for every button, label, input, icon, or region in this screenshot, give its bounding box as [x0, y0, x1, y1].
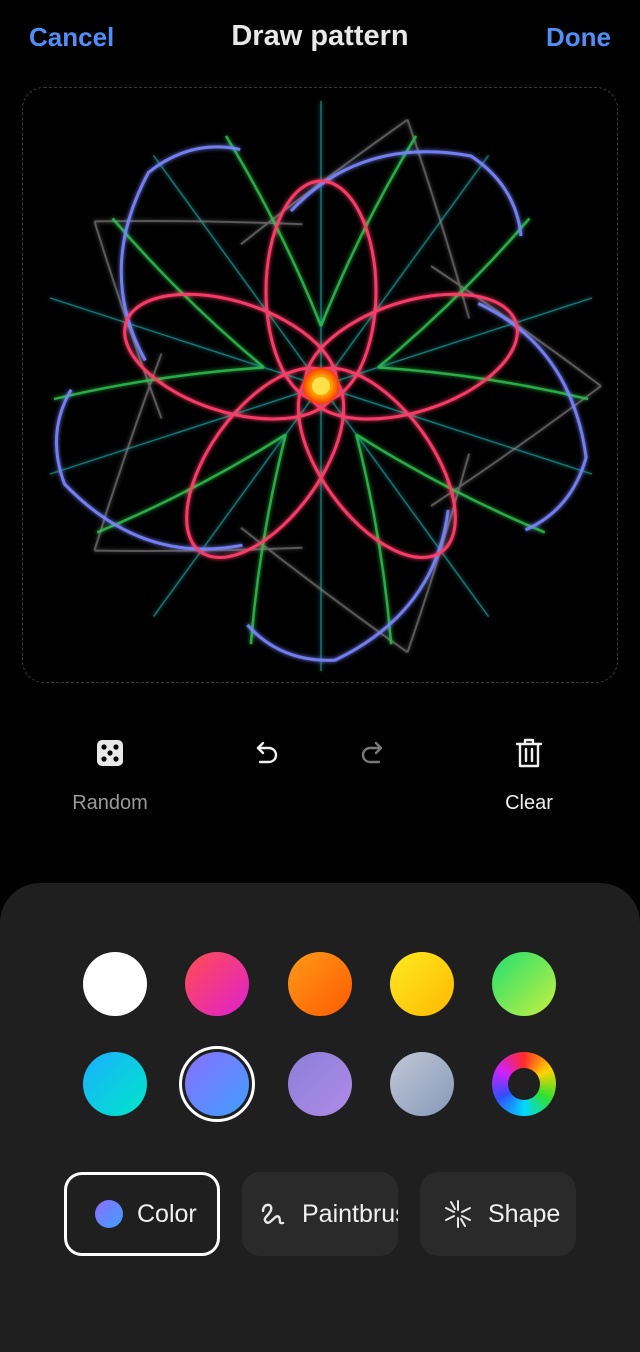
mode-paintbrush-button[interactable]: Paintbrush	[242, 1172, 398, 1256]
color-swatch-white[interactable]	[83, 952, 147, 1016]
mode-color-button[interactable]: Color	[64, 1172, 220, 1256]
custom-color-wheel-button[interactable]	[492, 1052, 556, 1116]
mode-color-label: Color	[137, 1199, 197, 1228]
color-swatch-yellow[interactable]	[390, 952, 454, 1016]
mode-shape-button[interactable]: Shape	[420, 1172, 576, 1256]
random-label: Random	[72, 792, 148, 814]
current-color-dot-icon	[95, 1200, 123, 1228]
drawing-canvas[interactable]	[22, 87, 618, 683]
mode-paintbrush-label: Paintbrush	[302, 1199, 398, 1228]
color-swatch-purple[interactable]	[288, 1052, 352, 1116]
color-swatch-cyan[interactable]	[83, 1052, 147, 1116]
color-swatch-green[interactable]	[492, 952, 556, 1016]
color-swatch-red-pink[interactable]	[185, 952, 249, 1016]
undo-button[interactable]	[206, 728, 326, 778]
paintbrush-squiggle-icon	[258, 1199, 288, 1229]
color-swatch-blue-violet[interactable]	[185, 1052, 249, 1116]
mode-shape-label: Shape	[488, 1199, 561, 1228]
shape-sparkle-icon	[442, 1198, 474, 1230]
redo-icon	[313, 728, 433, 778]
undo-icon	[206, 728, 326, 778]
color-swatch-orange[interactable]	[288, 952, 352, 1016]
page-title: Draw pattern	[231, 20, 409, 52]
color-wheel-center	[508, 1068, 540, 1100]
clear-label: Clear	[505, 792, 553, 814]
dice-icon	[50, 728, 170, 778]
header: Cancel Draw pattern Done	[0, 0, 640, 84]
clear-button[interactable]: Clear	[469, 728, 589, 815]
done-button[interactable]: Done	[546, 22, 611, 53]
trash-icon	[469, 728, 589, 778]
redo-button[interactable]	[313, 728, 433, 778]
pattern-artwork	[23, 88, 617, 682]
random-button[interactable]: Random	[50, 728, 170, 815]
color-swatch-gray-blue[interactable]	[390, 1052, 454, 1116]
